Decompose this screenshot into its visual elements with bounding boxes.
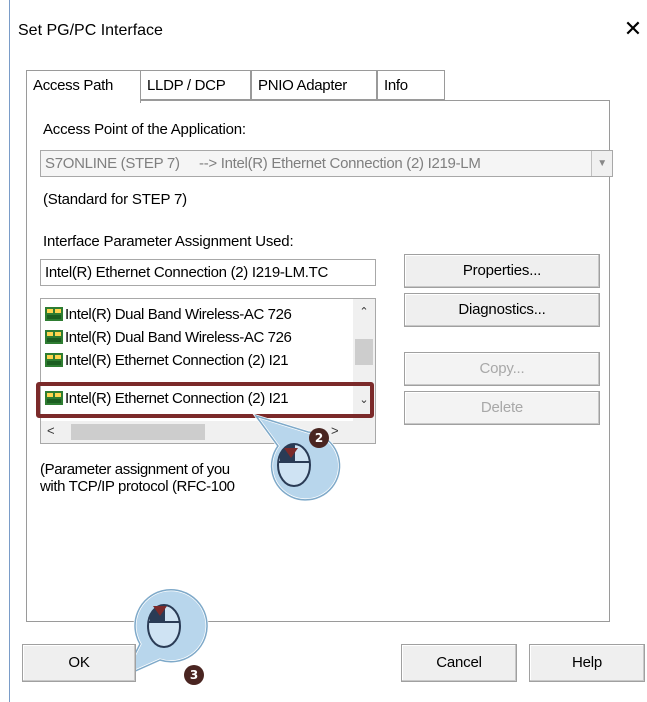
step-badge-3: 3 — [184, 665, 204, 685]
diagnostics-button[interactable]: Diagnostics... — [404, 293, 600, 327]
mouse-click-callout-2 — [252, 413, 341, 502]
scrollbar-thumb[interactable] — [355, 339, 373, 365]
network-card-icon — [45, 353, 63, 367]
access-point-note: (Standard for STEP 7) — [43, 191, 187, 208]
chevron-up-icon[interactable]: ⌃ — [353, 305, 375, 318]
chevron-left-icon[interactable]: < — [47, 423, 55, 438]
cancel-button[interactable]: Cancel — [401, 644, 517, 682]
network-card-icon — [45, 330, 63, 344]
network-card-icon — [45, 307, 63, 321]
access-point-value: S7ONLINE (STEP 7) --> Intel(R) Ethernet … — [45, 155, 481, 172]
help-button[interactable]: Help — [529, 644, 645, 682]
delete-button[interactable]: Delete — [404, 391, 600, 425]
list-item[interactable]: Intel(R) Ethernet Connection (2) I21 — [45, 349, 289, 372]
close-icon[interactable]: ✕ — [620, 14, 646, 44]
tab-lldp-dcp[interactable]: LLDP / DCP — [140, 70, 251, 100]
access-point-label: Access Point of the Application: — [43, 121, 246, 138]
properties-button[interactable]: Properties... — [404, 254, 600, 288]
tab-info[interactable]: Info — [377, 70, 445, 100]
tab-pnio-adapter[interactable]: PNIO Adapter — [251, 70, 377, 100]
ok-button[interactable]: OK — [22, 644, 136, 682]
step-badge-2: 2 — [309, 428, 329, 448]
access-point-select[interactable]: S7ONLINE (STEP 7) --> Intel(R) Ethernet … — [40, 150, 613, 177]
list-item[interactable]: Intel(R) Dual Band Wireless-AC 726 — [45, 303, 292, 326]
dialog-title: Set PG/PC Interface — [18, 22, 163, 39]
interface-label: Interface Parameter Assignment Used: — [43, 233, 294, 250]
interface-field[interactable]: Intel(R) Ethernet Connection (2) I219-LM… — [40, 259, 376, 286]
window-border — [9, 0, 10, 702]
list-item[interactable]: Intel(R) Dual Band Wireless-AC 726 — [45, 326, 292, 349]
chevron-down-icon[interactable]: ▼ — [591, 151, 612, 176]
scrollbar-thumb[interactable] — [71, 424, 205, 440]
tab-access-path[interactable]: Access Path — [26, 70, 141, 103]
copy-button[interactable]: Copy... — [404, 352, 600, 386]
